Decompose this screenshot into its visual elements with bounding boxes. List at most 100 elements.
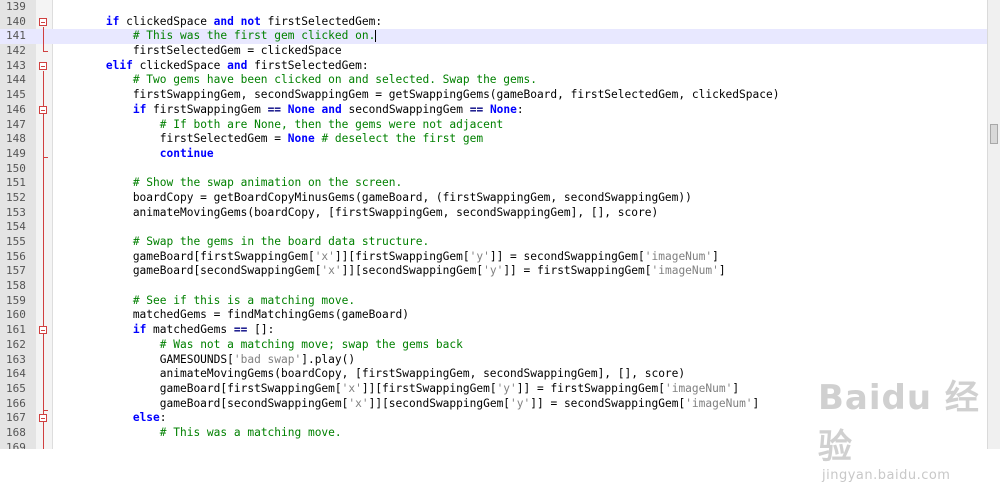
line-number: 154 xyxy=(6,220,26,234)
code-line[interactable]: 159 # See if this is a matching move. xyxy=(0,294,987,309)
code-text[interactable]: # This was a matching move. xyxy=(52,426,342,441)
code-line[interactable]: 163 GAMESOUNDS['bad swap'].play() xyxy=(0,353,987,368)
code-token: not xyxy=(240,14,261,28)
code-text[interactable]: if firstSwappingGem == None and secondSw… xyxy=(52,103,524,118)
code-token: boardCopy = getBoardCopyMinusGems(gameBo… xyxy=(52,190,692,204)
scrollbar-thumb[interactable] xyxy=(990,124,998,144)
code-token: # deselect the first gem xyxy=(321,132,484,146)
code-line[interactable]: 147 # If both are None, then the gems we… xyxy=(0,118,987,133)
code-line[interactable]: 162 # Was not a matching move; swap the … xyxy=(0,338,987,353)
code-line[interactable]: 161 if matchedGems == []: xyxy=(0,323,987,338)
code-line[interactable]: 148 firstSelectedGem = None # deselect t… xyxy=(0,132,987,147)
code-text[interactable]: # If both are None, then the gems were n… xyxy=(52,118,504,133)
code-token: 'x' xyxy=(341,381,362,395)
fold-toggle-icon[interactable] xyxy=(39,414,47,422)
code-line[interactable]: 158 xyxy=(0,279,987,294)
code-line[interactable]: 151 # Show the swap animation on the scr… xyxy=(0,176,987,191)
code-text[interactable]: # Was not a matching move; swap the gems… xyxy=(52,338,463,353)
code-text[interactable]: # Two gems have been clicked on and sele… xyxy=(52,73,537,88)
code-token: 'y' xyxy=(469,249,490,263)
text-caret xyxy=(375,30,377,43)
fold-range-end xyxy=(43,410,48,411)
line-number: 159 xyxy=(6,293,26,307)
code-token: firstSwappingGem, secondSwappingGem = ge… xyxy=(52,88,780,102)
code-text[interactable]: # Swap the gems in the board data struct… xyxy=(52,235,429,250)
line-number: 141 xyxy=(6,29,26,43)
code-token: ] xyxy=(712,249,719,263)
code-text[interactable]: firstSwappingGem, secondSwappingGem = ge… xyxy=(52,88,780,103)
code-line[interactable]: 152 boardCopy = getBoardCopyMinusGems(ga… xyxy=(0,191,987,206)
code-text[interactable]: elif clickedSpace and firstSelectedGem: xyxy=(52,59,369,74)
code-token: 'x' xyxy=(321,264,342,278)
code-line[interactable]: 156 gameBoard[firstSwappingGem['x']][fir… xyxy=(0,250,987,265)
code-text[interactable]: continue xyxy=(52,147,214,162)
code-token: == xyxy=(233,323,248,337)
code-token: ]][secondSwappingGem[ xyxy=(368,396,511,410)
line-number: 150 xyxy=(6,161,26,175)
line-number: 148 xyxy=(6,132,26,146)
code-line[interactable]: 143 elif clickedSpace and firstSelectedG… xyxy=(0,59,987,74)
code-line[interactable]: 145 firstSwappingGem, secondSwappingGem … xyxy=(0,88,987,103)
code-line[interactable]: 157 gameBoard[secondSwappingGem['x']][se… xyxy=(0,264,987,279)
code-text[interactable]: gameBoard[firstSwappingGem['x']][firstSw… xyxy=(52,382,739,397)
code-text[interactable]: # See if this is a matching move. xyxy=(52,294,355,309)
code-text[interactable]: else: xyxy=(52,411,167,426)
code-line[interactable]: 154 xyxy=(0,220,987,235)
line-number: 147 xyxy=(6,117,26,131)
code-line[interactable]: 150 xyxy=(0,162,987,177)
fold-toggle-icon[interactable] xyxy=(39,62,47,70)
code-text[interactable]: if matchedGems == []: xyxy=(52,323,274,338)
code-text[interactable]: gameBoard[firstSwappingGem['x']][firstSw… xyxy=(52,250,719,265)
code-text[interactable]: animateMovingGems(boardCopy, [firstSwapp… xyxy=(52,206,658,221)
line-number: 146 xyxy=(6,102,26,116)
code-text[interactable]: animateMovingGems(boardCopy, [firstSwapp… xyxy=(52,367,685,382)
code-token: # Swap the gems in the board data struct… xyxy=(132,235,430,248)
code-text[interactable]: gameBoard[secondSwappingGem['x']][second… xyxy=(52,264,726,279)
line-number: 163 xyxy=(6,352,26,366)
code-text[interactable]: if clickedSpace and not firstSelectedGem… xyxy=(52,15,382,30)
code-token: ] xyxy=(718,264,726,278)
code-text[interactable]: gameBoard[secondSwappingGem['x']][second… xyxy=(52,396,760,412)
code-text[interactable]: # This was the first gem clicked on. xyxy=(52,29,377,44)
code-token: firstSelectedGem = xyxy=(52,132,288,146)
code-text[interactable]: firstSelectedGem = clickedSpace xyxy=(52,44,342,59)
code-line[interactable]: 144 # Two gems have been clicked on and … xyxy=(0,73,987,88)
code-token: # Show the swap animation on the screen. xyxy=(132,176,403,190)
line-number: 151 xyxy=(6,176,26,190)
line-number: 145 xyxy=(6,88,26,102)
line-number: 165 xyxy=(6,381,26,395)
fold-toggle-icon[interactable] xyxy=(39,326,47,334)
code-token: continue xyxy=(159,146,214,160)
code-token: animateMovingGems(boardCopy, [firstSwapp… xyxy=(52,367,686,381)
code-text[interactable]: boardCopy = getBoardCopyMinusGems(gameBo… xyxy=(52,191,692,206)
code-token: GAMESOUNDS[ xyxy=(52,352,234,366)
code-line[interactable]: 139 xyxy=(0,0,987,15)
code-line[interactable]: 160 matchedGems = findMatchingGems(gameB… xyxy=(0,308,987,323)
fold-toggle-icon[interactable] xyxy=(39,18,47,26)
code-line[interactable]: 149 continue xyxy=(0,147,987,162)
fold-range-line xyxy=(43,27,44,51)
line-number: 164 xyxy=(6,367,26,381)
code-line[interactable]: 141 # This was the first gem clicked on. xyxy=(0,29,987,45)
fold-toggle-icon[interactable] xyxy=(39,106,47,114)
code-line[interactable]: 140 if clickedSpace and not firstSelecte… xyxy=(0,15,987,30)
code-line[interactable]: 142 firstSelectedGem = clickedSpace xyxy=(0,44,987,59)
code-text[interactable]: # Show the swap animation on the screen. xyxy=(52,176,402,191)
code-token: gameBoard[firstSwappingGem[ xyxy=(52,381,342,395)
code-token: clickedSpace xyxy=(119,14,214,28)
code-text[interactable]: firstSelectedGem = None # deselect the f… xyxy=(52,132,483,147)
code-text[interactable]: GAMESOUNDS['bad swap'].play() xyxy=(52,353,355,368)
code-line[interactable]: 146 if firstSwappingGem == None and seco… xyxy=(0,103,987,118)
code-line[interactable]: 155 # Swap the gems in the board data st… xyxy=(0,235,987,250)
fold-range-line xyxy=(43,115,44,157)
code-text[interactable]: matchedGems = findMatchingGems(gameBoard… xyxy=(52,308,409,323)
code-line[interactable]: 153 animateMovingGems(boardCopy, [firstS… xyxy=(0,206,987,221)
